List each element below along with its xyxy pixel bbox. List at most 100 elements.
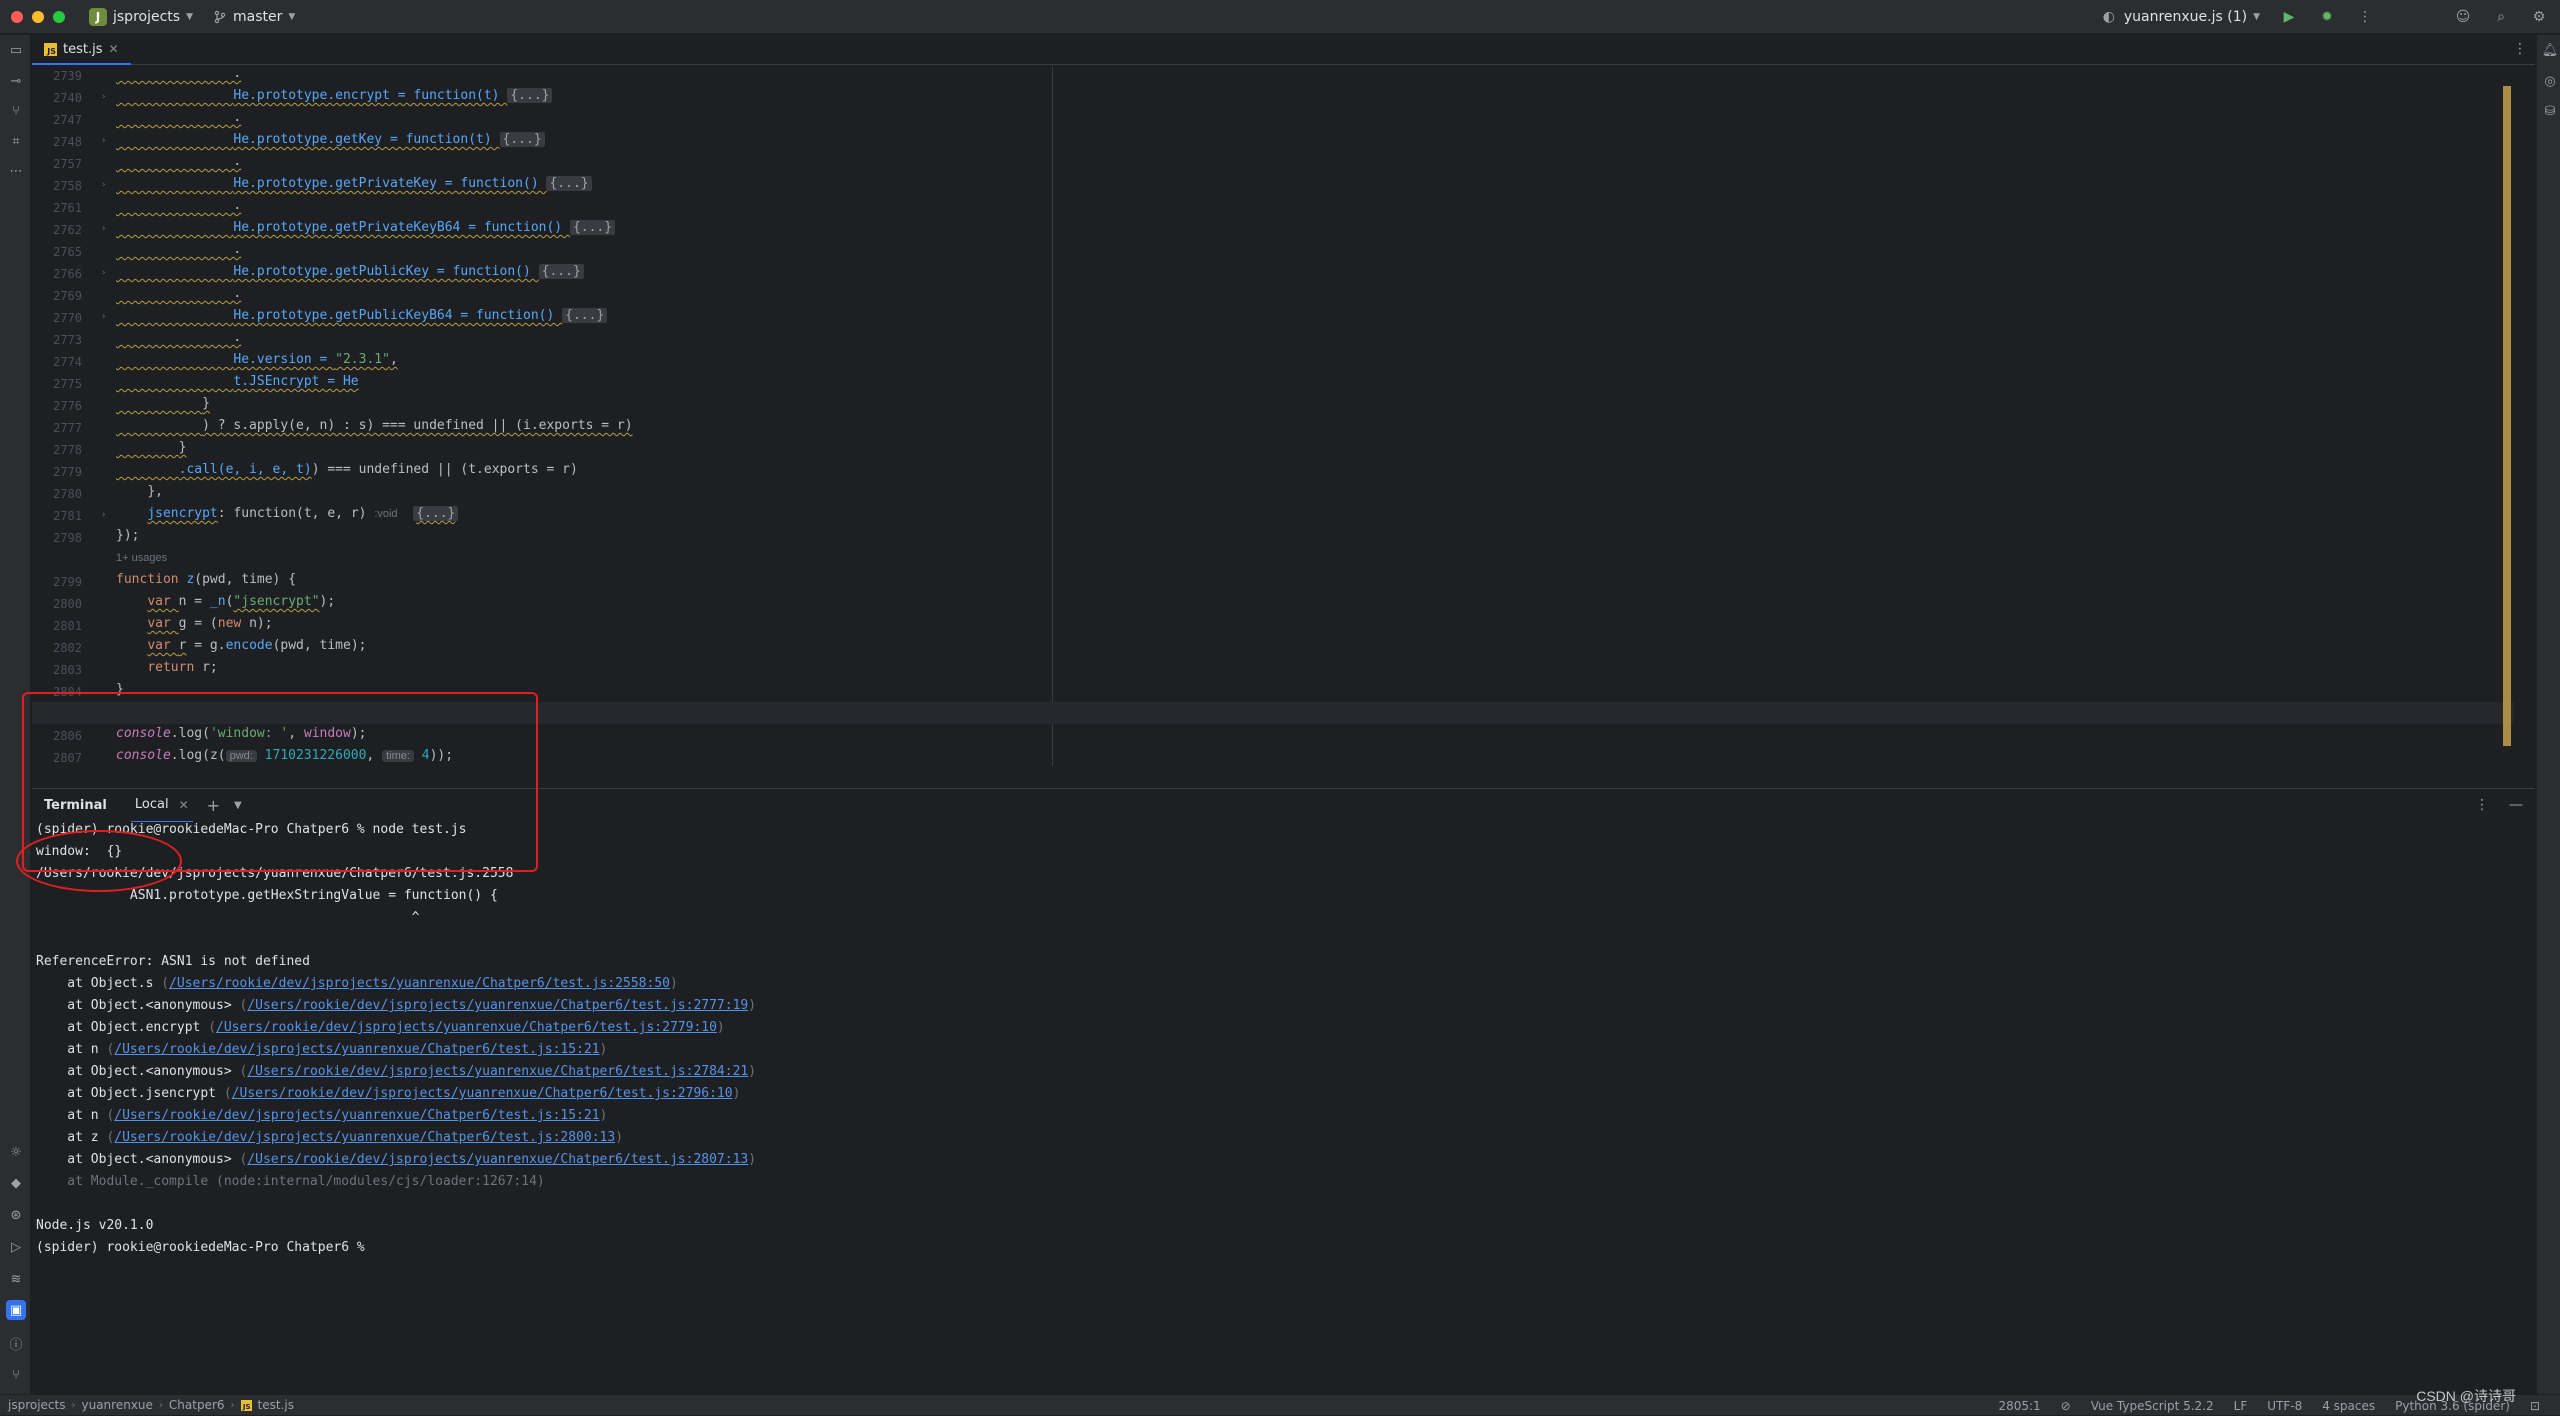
search-icon[interactable]: ⌕ xyxy=(2492,8,2510,26)
stack-frame-link[interactable]: /Users/rookie/dev/jsprojects/yuanrenxue/… xyxy=(169,976,670,991)
breadcrumb-separator-icon: › xyxy=(230,1399,235,1411)
stack-frame-link[interactable]: /Users/rookie/dev/jsprojects/yuanrenxue/… xyxy=(114,1130,615,1145)
hide-panel-icon[interactable]: — xyxy=(2509,797,2523,813)
line-number: 2757 xyxy=(53,157,82,171)
stack-frame: at Object.<anonymous> (/Users/rookie/dev… xyxy=(36,998,756,1013)
close-window-button[interactable] xyxy=(11,10,23,23)
terminal-output[interactable]: (spider) rookie@rookiedeMac-Pro Chatper6… xyxy=(32,822,2535,1394)
problems-icon[interactable]: ⓘ xyxy=(6,1333,26,1353)
warning-marker[interactable] xyxy=(2503,86,2511,746)
breadcrumb-item[interactable]: test.js xyxy=(258,1398,294,1412)
terminal-tab-local[interactable]: Local ✕ xyxy=(130,789,193,823)
line-separator[interactable]: LF xyxy=(2234,1399,2248,1413)
breadcrumb-item[interactable]: Chatper6 xyxy=(169,1398,225,1412)
code-editor[interactable]: 2739 2740 2747 2748 2757 2758 2761 2762 2765 2766… xyxy=(32,66,2514,766)
code-line: He.prototype.getPrivateKey = function() … xyxy=(116,176,592,191)
account-icon[interactable]: ☺ xyxy=(2454,8,2472,26)
terminal-options-icon[interactable]: ⋮ xyxy=(2475,797,2489,813)
pull-requests-icon[interactable]: ⑂ xyxy=(6,101,26,121)
editor-tab-test-js[interactable]: JS test.js ✕ xyxy=(32,35,131,65)
line-number: 2769 xyxy=(53,289,82,303)
run-configuration-selector[interactable]: ◐ yuanrenxue.js (1) ▼ xyxy=(2100,8,2260,26)
structure-icon[interactable]: ⌗ xyxy=(6,131,26,151)
paren: ) xyxy=(748,1064,757,1079)
more-tools-icon[interactable]: ⋯ xyxy=(6,161,26,181)
file-encoding[interactable]: UTF-8 xyxy=(2267,1399,2302,1413)
fold-chevron-icon[interactable]: › xyxy=(102,92,106,102)
error-stripe-scrollbar[interactable] xyxy=(2500,66,2514,766)
code-line: var r = g.encode(pwd, time); xyxy=(147,638,367,653)
fold-chevron-icon[interactable]: › xyxy=(102,510,106,520)
debug-bug-icon[interactable]: ☼ xyxy=(6,1142,26,1162)
line-number: 2807 xyxy=(53,751,82,765)
fold-chevron-icon[interactable]: › xyxy=(102,312,106,322)
indent-setting[interactable]: 4 spaces xyxy=(2322,1399,2375,1413)
commit-icon[interactable]: ⊸ xyxy=(6,71,26,91)
code-line: He.prototype.encrypt = function(t) {...} xyxy=(116,88,553,103)
git-icon[interactable]: ⑂ xyxy=(6,1365,26,1385)
run-console-icon[interactable]: ▷ xyxy=(6,1237,26,1257)
stack-frame-label: at Object.<anonymous> xyxy=(36,1152,240,1167)
usages-hint[interactable]: 1+ usages xyxy=(116,552,167,564)
stack-frame-link[interactable]: /Users/rookie/dev/jsprojects/yuanrenxue/… xyxy=(232,1086,733,1101)
fold-chevron-icon[interactable]: › xyxy=(102,180,106,190)
lock-icon[interactable]: ⊡ xyxy=(2530,1399,2540,1413)
line-number: 2806 xyxy=(53,729,82,743)
debug-icon[interactable]: ✹ xyxy=(2318,8,2336,26)
python-console-icon[interactable]: ◆ xyxy=(6,1173,26,1193)
code-line: t.JSEncrypt = He xyxy=(233,374,359,389)
stack-frame-link[interactable]: /Users/rookie/dev/jsprojects/yuanrenxue/… xyxy=(216,1020,717,1035)
terminal-tab-label: Local xyxy=(134,797,169,812)
line-number: 2773 xyxy=(53,333,82,347)
chevron-down-icon[interactable]: ▼ xyxy=(234,800,242,811)
project-folder-icon[interactable]: ▭ xyxy=(6,40,26,60)
stack-frame: at z (/Users/rookie/dev/jsprojects/yuanr… xyxy=(36,1130,623,1145)
fold-chevron-icon[interactable]: › xyxy=(102,268,106,278)
paren: ) xyxy=(599,1042,608,1057)
new-terminal-plus-icon[interactable]: + xyxy=(207,796,220,815)
code-line: . xyxy=(116,154,242,169)
language-service[interactable]: Vue TypeScript 5.2.2 xyxy=(2091,1399,2214,1413)
code-area[interactable]: . He.prototype.encrypt = function(t) {..… xyxy=(32,66,2514,766)
paren: ( xyxy=(161,976,170,991)
ai-assistant-icon[interactable]: ◎ xyxy=(2540,71,2560,91)
terminal-line: window: {} xyxy=(36,844,123,859)
paren: ) xyxy=(748,998,757,1013)
close-tab-icon[interactable]: ✕ xyxy=(108,42,118,56)
run-config-name: yuanrenxue.js (1) xyxy=(2123,9,2248,25)
caret-position[interactable]: 2805:1 xyxy=(1998,1399,2040,1413)
stack-frame-link[interactable]: /Users/rookie/dev/jsprojects/yuanrenxue/… xyxy=(114,1108,599,1123)
project-widget[interactable]: J jsprojects ▼ xyxy=(89,7,193,26)
stack-frame-link[interactable]: /Users/rookie/dev/jsprojects/yuanrenxue/… xyxy=(247,998,748,1013)
stack-frame-link[interactable]: /Users/rookie/dev/jsprojects/yuanrenxue/… xyxy=(114,1042,599,1057)
layers-icon[interactable]: ≋ xyxy=(6,1269,26,1289)
inspection-off-icon[interactable]: ⊘ xyxy=(2061,1399,2071,1413)
stack-frame-link[interactable]: /Users/rookie/dev/jsprojects/yuanrenxue/… xyxy=(247,1064,748,1079)
line-number: 2776 xyxy=(53,399,82,413)
notifications-bell-icon[interactable]: 🔔︎ xyxy=(2540,40,2560,60)
more-actions-icon[interactable]: ⋮ xyxy=(2356,8,2374,26)
chevron-down-icon: ▼ xyxy=(186,11,193,22)
settings-gear-icon[interactable]: ⚙ xyxy=(2530,8,2548,26)
code-line: var n = _n("jsencrypt"); xyxy=(147,594,336,609)
tab-label: test.js xyxy=(63,41,103,57)
run-icon[interactable]: ▶ xyxy=(2280,8,2298,26)
breadcrumb-item[interactable]: yuanrenxue xyxy=(82,1398,153,1412)
breadcrumb-item[interactable]: jsprojects xyxy=(8,1398,66,1412)
fold-chevron-icon[interactable]: › xyxy=(102,136,106,146)
close-tab-icon[interactable]: ✕ xyxy=(179,798,189,812)
tab-actions-icon[interactable]: ⋮ xyxy=(2513,41,2527,57)
line-number: 2740 xyxy=(53,91,82,105)
database-icon[interactable]: ⛁ xyxy=(2540,101,2560,121)
stack-frame-link[interactable]: /Users/rookie/dev/jsprojects/yuanrenxue/… xyxy=(247,1152,748,1167)
zoom-window-button[interactable] xyxy=(53,10,65,23)
terminal-actions: ⋮ — xyxy=(2475,797,2523,813)
fold-chevron-icon[interactable]: › xyxy=(102,224,106,234)
code-line: . xyxy=(116,242,242,257)
line-number: 2781 xyxy=(53,509,82,523)
terminal-icon[interactable]: ▣ xyxy=(6,1300,26,1320)
minimize-window-button[interactable] xyxy=(32,10,44,23)
services-icon[interactable]: ⊛ xyxy=(6,1205,26,1225)
vcs-branch-widget[interactable]: master ▼ xyxy=(213,9,295,25)
code-line: He.prototype.getPublicKeyB64 = function(… xyxy=(116,308,608,323)
